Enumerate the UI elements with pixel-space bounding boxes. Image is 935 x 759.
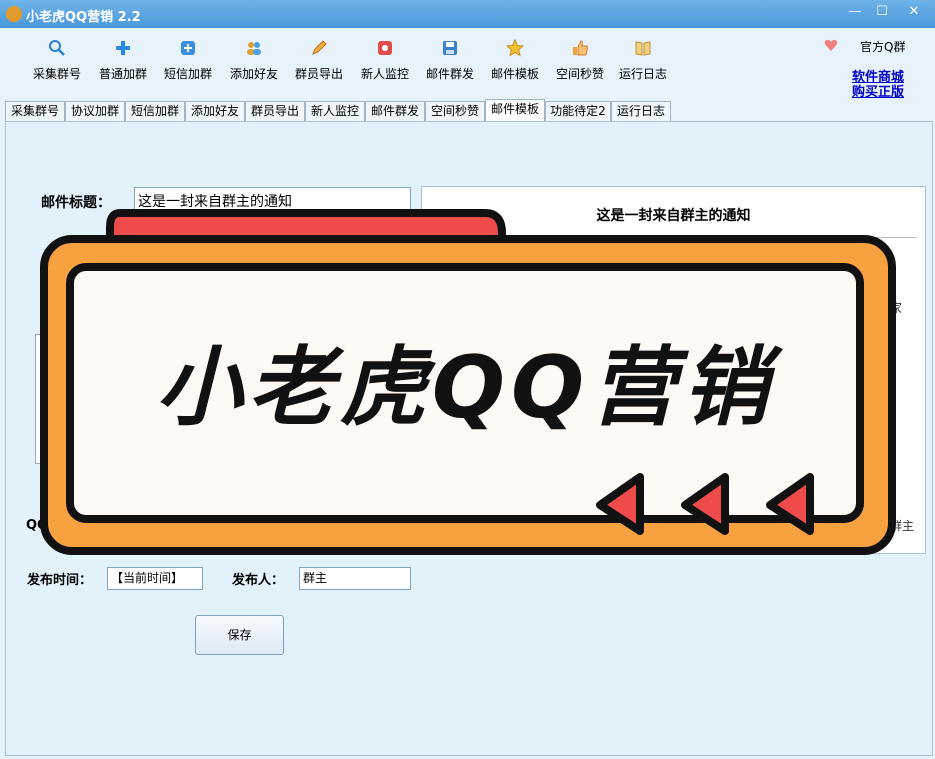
- record-icon: [378, 41, 392, 55]
- tab-run-log[interactable]: 运行日志: [611, 101, 671, 122]
- save-icon: [443, 41, 457, 55]
- users-icon: [247, 42, 261, 55]
- window-title: 小老虎QQ营销 2.2: [26, 10, 141, 25]
- star-icon: [506, 39, 524, 57]
- thumb-icon: [573, 40, 588, 56]
- tab-add-friend[interactable]: 添加好友: [185, 101, 245, 122]
- publish-time-input[interactable]: 【当前时间】: [107, 567, 203, 590]
- toolbar-item-label: 新人监控: [360, 67, 409, 81]
- toolbar-item-label: 邮件群发: [425, 67, 474, 81]
- toolbar-item-label: 空间秒赞: [555, 67, 604, 81]
- title-bar[interactable]: 小老虎QQ营销 2.2 — ☐ ✕: [0, 0, 935, 28]
- tab-new-monitor[interactable]: 新人监控: [305, 101, 365, 122]
- tiger-app-icon: [6, 6, 22, 22]
- pencil-icon: [312, 40, 327, 55]
- minimize-button[interactable]: —: [842, 3, 868, 21]
- toolbar-item-new-monitor[interactable]: 新人监控: [352, 39, 418, 93]
- toolbar-item-add-friend[interactable]: 添加好友: [221, 39, 287, 93]
- plus-box-icon: [181, 41, 195, 55]
- heart-icon: [824, 39, 838, 51]
- save-button[interactable]: 保存: [195, 615, 284, 655]
- promo-banner: 小老虎QQ营销: [40, 209, 896, 555]
- toolbar-item-label: 添加好友: [229, 67, 278, 81]
- toolbar-item-collect[interactable]: 采集群号: [24, 39, 90, 93]
- toolbar-item-mail-template[interactable]: 邮件模板: [482, 39, 548, 93]
- main-window: 小老虎QQ营销 2.2 — ☐ ✕ 采集群号 普通加群 短信加群 添加好友 群员…: [0, 0, 935, 759]
- official-qq-group[interactable]: 官方Q群: [860, 38, 905, 55]
- tab-mail-send[interactable]: 邮件群发: [365, 101, 425, 122]
- toolbar-item-label: 运行日志: [618, 67, 667, 81]
- toolbar-item-mail-send[interactable]: 邮件群发: [417, 39, 483, 93]
- toolbar-item-label: 采集群号: [32, 67, 81, 81]
- tab-collect[interactable]: 采集群号: [5, 101, 65, 122]
- toolbar-item-label: 短信加群: [163, 67, 212, 81]
- tab-feature-pending-2[interactable]: 功能待定2: [545, 101, 611, 122]
- banner-title: 小老虎QQ营销: [156, 338, 783, 438]
- tab-zone-like[interactable]: 空间秒赞: [425, 101, 485, 122]
- toolbar: 采集群号 普通加群 短信加群 添加好友 群员导出 新人监控 邮件群发 邮件模板: [22, 33, 676, 93]
- tab-mail-template[interactable]: 邮件模板: [485, 99, 545, 122]
- publisher-input[interactable]: 群主: [299, 567, 411, 590]
- tab-protocol-join[interactable]: 协议加群: [65, 101, 125, 122]
- tab-export-members[interactable]: 群员导出: [245, 101, 305, 122]
- toolbar-item-normal-join[interactable]: 普通加群: [90, 39, 156, 93]
- book-icon: [635, 41, 651, 56]
- close-button[interactable]: ✕: [897, 3, 931, 21]
- toolbar-item-label: 群员导出: [294, 67, 343, 81]
- toolbar-item-run-log[interactable]: 运行日志: [610, 39, 676, 93]
- plus-icon: [116, 41, 130, 55]
- toolbar-item-sms-join[interactable]: 短信加群: [155, 39, 221, 93]
- search-icon: [49, 40, 65, 56]
- toolbar-item-zone-like[interactable]: 空间秒赞: [547, 39, 613, 93]
- toolbar-item-label: 普通加群: [98, 67, 147, 81]
- buy-genuine-link[interactable]: 购买正版: [852, 81, 904, 100]
- publish-time-label: 发布时间：: [27, 573, 93, 588]
- toolbar-item-label: 邮件模板: [490, 67, 539, 81]
- publisher-label: 发布人：: [232, 573, 285, 588]
- tab-sms-join[interactable]: 短信加群: [125, 101, 185, 122]
- toolbar-item-export-members[interactable]: 群员导出: [286, 39, 352, 93]
- maximize-button[interactable]: ☐: [869, 3, 895, 21]
